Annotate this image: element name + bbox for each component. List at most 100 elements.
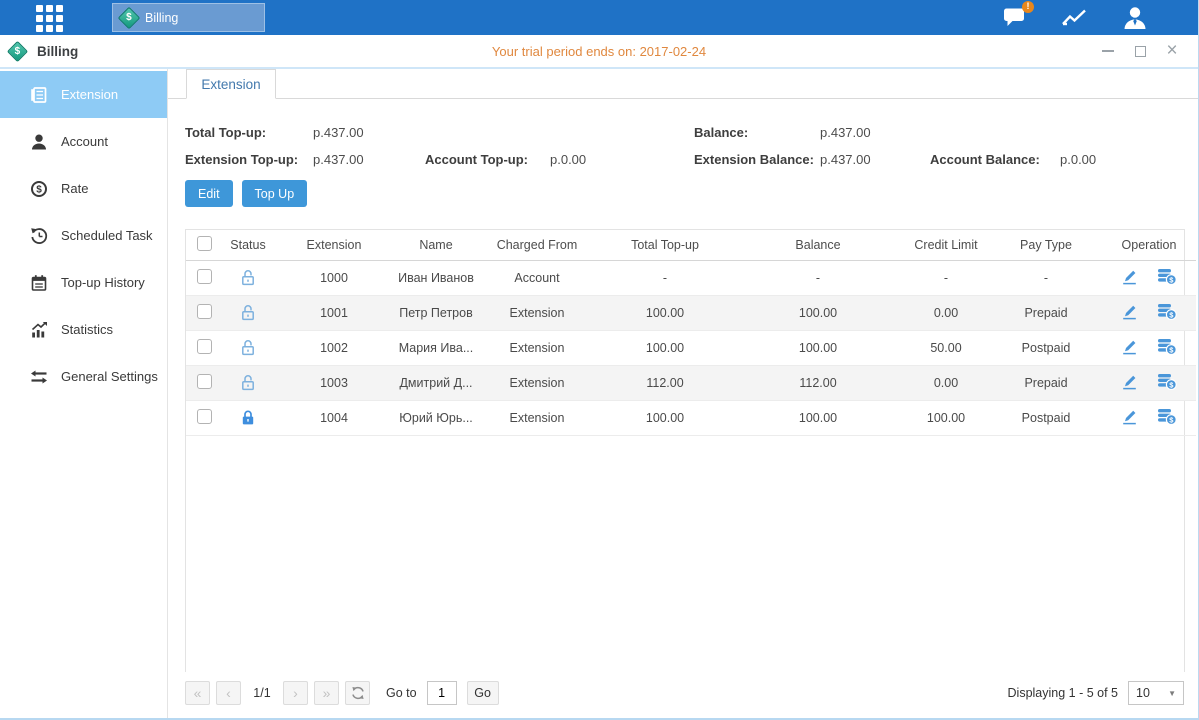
table-row[interactable]: 1002 Мария Ива... Extension 100.00 100.0… (186, 330, 1196, 365)
taskbar-billing-button[interactable]: $ Billing (112, 3, 265, 32)
window-controls: × (1100, 43, 1180, 59)
resource-monitor-icon[interactable] (1060, 6, 1090, 30)
sidebar-label: Top-up History (61, 275, 145, 290)
ledger-book-icon (30, 86, 48, 104)
top-up-row-icon[interactable]: $ (1157, 268, 1177, 288)
notifications-icon[interactable]: ! (1000, 6, 1030, 30)
edit-row-icon[interactable] (1121, 373, 1138, 393)
transfer-arrows-icon (30, 368, 48, 386)
sidebar-item-top-up-history[interactable]: Top-up History (0, 259, 167, 306)
extension-balance-label: Extension Balance: (694, 152, 820, 167)
table-row[interactable]: 1000 Иван Иванов Account - - - - $ (186, 260, 1196, 295)
top-up-row-icon[interactable]: $ (1157, 338, 1177, 358)
tab-extension[interactable]: Extension (186, 69, 276, 99)
cell-credit-limit: 100.00 (902, 400, 990, 435)
cell-balance: 100.00 (734, 330, 902, 365)
lock-status-icon (240, 375, 256, 389)
topbar-status-icons: ! (1000, 6, 1150, 30)
lock-status-icon (240, 410, 256, 424)
account-balance-value: p.0.00 (1060, 152, 1198, 167)
taskbar-billing-label: Billing (145, 11, 178, 25)
top-up-button[interactable]: Top Up (242, 180, 308, 207)
page-size-select[interactable]: 10 ▼ (1128, 681, 1184, 705)
sidebar-item-extension[interactable]: Extension (0, 71, 167, 118)
top-up-row-icon[interactable]: $ (1157, 408, 1177, 428)
table-row[interactable]: 1001 Петр Петров Extension 100.00 100.00… (186, 295, 1196, 330)
balance-value: p.437.00 (820, 125, 930, 140)
edit-row-icon[interactable] (1121, 268, 1138, 288)
summary-panel: Total Top-up: p.437.00 Balance: p.437.00… (185, 125, 1198, 167)
chevron-down-icon: ▼ (1168, 689, 1176, 698)
page-size-value: 10 (1136, 686, 1150, 700)
cell-charged-from: Extension (478, 365, 596, 400)
col-operation: Operation (1102, 230, 1196, 260)
cell-name: Иван Иванов (394, 260, 478, 295)
refresh-button[interactable] (345, 681, 370, 705)
notepad-icon (30, 274, 48, 292)
minimize-button[interactable] (1100, 43, 1116, 59)
user-account-icon[interactable] (1120, 6, 1150, 30)
billing-app-icon: $ (118, 6, 141, 29)
sidebar-label: Scheduled Task (61, 228, 153, 243)
go-button[interactable]: Go (467, 681, 499, 705)
extension-top-up-value: p.437.00 (313, 152, 425, 167)
cell-balance: 100.00 (734, 295, 902, 330)
col-balance: Balance (734, 230, 902, 260)
cell-pay-type: - (990, 260, 1102, 295)
goto-page-input[interactable] (427, 681, 457, 705)
billing-app-window: $ Billing ! (0, 0, 1199, 720)
lock-status-icon (240, 340, 256, 354)
last-page-button[interactable]: » (314, 681, 339, 705)
first-page-button[interactable]: « (185, 681, 210, 705)
account-top-up-label: Account Top-up: (425, 152, 550, 167)
sidebar-item-statistics[interactable]: Statistics (0, 306, 167, 353)
sidebar: Extension Account $ Rate (0, 69, 168, 718)
table-row[interactable]: 1004 Юрий Юрь... Extension 100.00 100.00… (186, 400, 1196, 435)
edit-row-icon[interactable] (1121, 338, 1138, 358)
cell-credit-limit: 0.00 (902, 295, 990, 330)
lock-status-icon (240, 305, 256, 319)
sidebar-label: Account (61, 134, 108, 149)
sidebar-item-scheduled-task[interactable]: Scheduled Task (0, 212, 167, 259)
top-up-row-icon[interactable]: $ (1157, 303, 1177, 323)
sidebar-item-rate[interactable]: $ Rate (0, 165, 167, 212)
table-row[interactable]: 1003 Дмитрий Д... Extension 112.00 112.0… (186, 365, 1196, 400)
next-page-button[interactable]: › (283, 681, 308, 705)
sidebar-label: General Settings (61, 369, 158, 384)
row-checkbox[interactable] (197, 269, 212, 284)
sidebar-item-general-settings[interactable]: General Settings (0, 353, 167, 400)
cell-extension: 1001 (274, 295, 394, 330)
total-top-up-label: Total Top-up: (185, 125, 313, 140)
row-checkbox[interactable] (197, 409, 212, 424)
top-up-row-icon[interactable]: $ (1157, 373, 1177, 393)
trial-notice: Your trial period ends on: 2017-02-24 (0, 44, 1198, 59)
col-name: Name (394, 230, 478, 260)
close-button[interactable]: × (1164, 43, 1180, 59)
cell-charged-from: Extension (478, 400, 596, 435)
sidebar-label: Rate (61, 181, 88, 196)
cell-pay-type: Prepaid (990, 295, 1102, 330)
page-indicator: 1/1 (247, 686, 277, 700)
col-pay-type: Pay Type (990, 230, 1102, 260)
row-checkbox[interactable] (197, 339, 212, 354)
maximize-button[interactable] (1132, 43, 1148, 59)
edit-button[interactable]: Edit (185, 180, 233, 207)
sidebar-item-account[interactable]: Account (0, 118, 167, 165)
cell-charged-from: Extension (478, 295, 596, 330)
prev-page-button[interactable]: ‹ (216, 681, 241, 705)
sidebar-label: Extension (61, 87, 118, 102)
cell-extension: 1003 (274, 365, 394, 400)
apps-grid-icon[interactable] (36, 5, 66, 31)
edit-row-icon[interactable] (1121, 408, 1138, 428)
svg-text:$: $ (36, 184, 42, 195)
cell-charged-from: Account (478, 260, 596, 295)
cell-credit-limit: - (902, 260, 990, 295)
edit-row-icon[interactable] (1121, 303, 1138, 323)
window-title: Billing (37, 44, 78, 59)
cell-extension: 1000 (274, 260, 394, 295)
row-checkbox[interactable] (197, 374, 212, 389)
cell-name: Мария Ива... (394, 330, 478, 365)
select-all-checkbox[interactable] (197, 236, 212, 251)
sidebar-label: Statistics (61, 322, 113, 337)
row-checkbox[interactable] (197, 304, 212, 319)
